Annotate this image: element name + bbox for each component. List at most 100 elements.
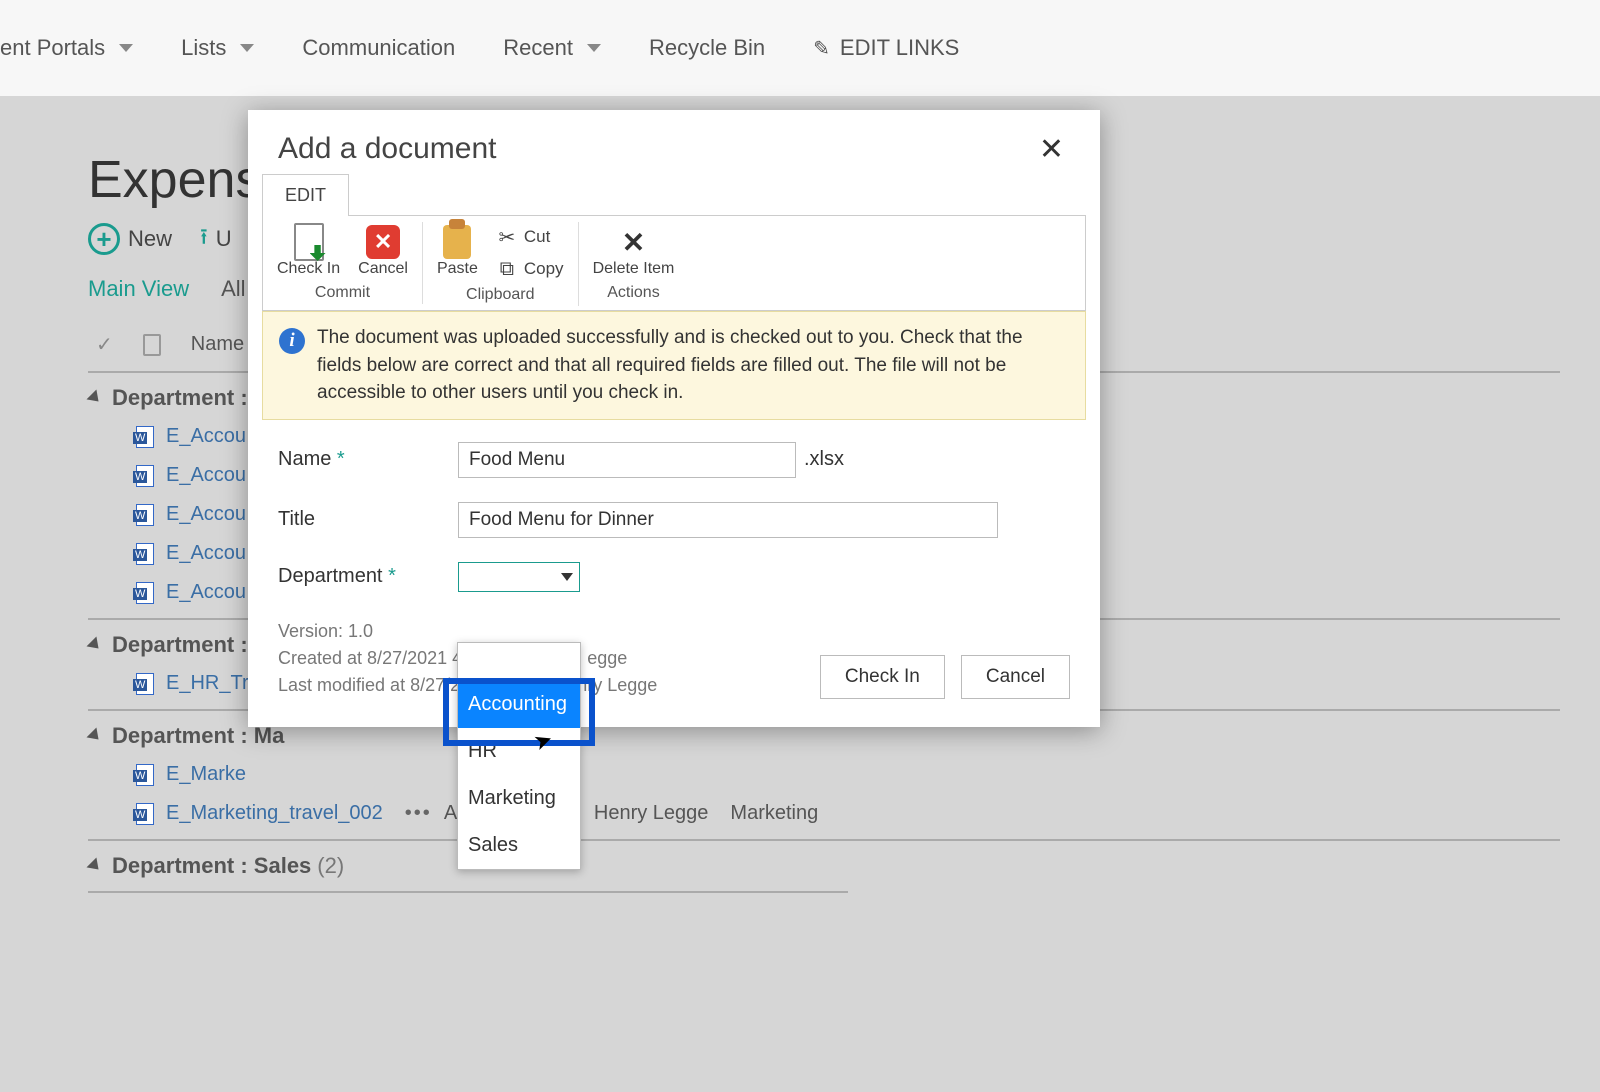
ribbon-group-actions: ✕ Delete Item Actions bbox=[579, 222, 689, 304]
item-name: E_Accou bbox=[166, 542, 246, 565]
option-marketing[interactable]: Marketing bbox=[458, 775, 580, 822]
department-select[interactable] bbox=[458, 562, 580, 592]
delete-label: Delete Item bbox=[593, 260, 675, 278]
more-icon[interactable]: ••• bbox=[405, 802, 432, 825]
check-icon[interactable]: ✓ bbox=[96, 332, 113, 357]
title-label: Title bbox=[278, 508, 315, 530]
group-sales-label: Department : Sales bbox=[112, 853, 311, 879]
collapse-icon bbox=[87, 728, 104, 745]
name-input[interactable] bbox=[458, 442, 796, 478]
option-accounting[interactable]: Accounting bbox=[458, 681, 580, 728]
version-text: Version: 1.0 bbox=[278, 618, 657, 645]
nav-lists[interactable]: Lists bbox=[181, 35, 254, 61]
name-label: Name bbox=[278, 448, 331, 470]
nav-recent-label: Recent bbox=[503, 35, 573, 61]
ribbon-group-commit: Check In ✕ Cancel Commit bbox=[263, 222, 423, 304]
form: Name * .xlsx Title Department * Accounti… bbox=[248, 420, 1100, 727]
cut-icon: ✂ bbox=[496, 226, 518, 248]
word-icon bbox=[136, 465, 154, 487]
new-label: New bbox=[128, 226, 172, 252]
group-clipboard-label: Clipboard bbox=[466, 286, 534, 304]
nav-communication[interactable]: Communication bbox=[302, 35, 455, 61]
list-item[interactable]: E_Marke bbox=[88, 755, 1560, 794]
close-button[interactable]: ✕ bbox=[1033, 132, 1070, 167]
upload-icon: ⭱ bbox=[200, 220, 208, 258]
cancel-button[interactable]: ✕ Cancel bbox=[354, 222, 412, 280]
cut-label: Cut bbox=[524, 227, 550, 247]
title-input[interactable] bbox=[458, 502, 998, 538]
checkin-button[interactable]: Check In bbox=[273, 222, 344, 280]
info-message: i The document was uploaded successfully… bbox=[262, 311, 1086, 420]
tab-edit[interactable]: EDIT bbox=[262, 174, 349, 216]
copy-button[interactable]: ⧉ Copy bbox=[492, 256, 568, 282]
required-mark: * bbox=[388, 565, 396, 587]
pencil-icon: ✎ bbox=[813, 36, 830, 61]
nav-lists-label: Lists bbox=[181, 35, 226, 61]
paste-icon bbox=[443, 225, 471, 259]
nav-edit-links[interactable]: ✎ EDIT LINKS bbox=[813, 35, 959, 61]
form-checkin-button[interactable]: Check In bbox=[820, 655, 945, 699]
nav-portals[interactable]: ent Portals bbox=[0, 35, 133, 61]
chevron-down-icon bbox=[119, 44, 133, 52]
required-mark: * bbox=[337, 448, 345, 470]
plus-icon: + bbox=[88, 223, 120, 255]
chevron-down-icon bbox=[240, 44, 254, 52]
item-name: E_Marketing_travel_002 bbox=[166, 802, 383, 825]
word-icon bbox=[136, 426, 154, 448]
upload-button[interactable]: ⭱ U bbox=[200, 220, 232, 258]
word-icon bbox=[136, 803, 154, 825]
info-text: The document was uploaded successfully a… bbox=[317, 324, 1069, 407]
collapse-icon bbox=[87, 858, 104, 875]
collapse-icon bbox=[87, 390, 104, 407]
item-dept: Marketing bbox=[730, 802, 818, 825]
dialog-title: Add a document bbox=[278, 132, 496, 166]
info-icon: i bbox=[279, 328, 305, 354]
group-sales: Department : Sales (2) bbox=[88, 839, 1560, 899]
nav-recent[interactable]: Recent bbox=[503, 35, 601, 61]
cancel-icon: ✕ bbox=[366, 225, 400, 259]
option-hr[interactable]: HR bbox=[458, 728, 580, 775]
nav-recycle-bin-label: Recycle Bin bbox=[649, 35, 765, 61]
view-main[interactable]: Main View bbox=[88, 276, 189, 302]
group-marketing-label: Department : Ma bbox=[112, 723, 284, 749]
word-icon bbox=[136, 582, 154, 604]
department-label: Department bbox=[278, 565, 383, 587]
upload-label: U bbox=[216, 226, 232, 252]
form-cancel-button[interactable]: Cancel bbox=[961, 655, 1070, 699]
new-button[interactable]: + New bbox=[88, 223, 172, 255]
group-marketing: Department : Ma E_Marke E_Marketing_trav… bbox=[88, 709, 1560, 839]
option-sales[interactable]: Sales bbox=[458, 822, 580, 869]
col-name[interactable]: Name bbox=[191, 333, 244, 356]
nav-recycle-bin[interactable]: Recycle Bin bbox=[649, 35, 765, 61]
word-icon bbox=[136, 543, 154, 565]
item-name: E_Accou bbox=[166, 503, 246, 526]
created-by-tail: egge bbox=[587, 648, 627, 668]
collapse-icon bbox=[87, 637, 104, 654]
item-name: E_Accou bbox=[166, 425, 246, 448]
item-name: E_Accou bbox=[166, 464, 246, 487]
checkin-icon bbox=[294, 223, 324, 261]
item-name: E_Marke bbox=[166, 763, 246, 786]
group-sales-header[interactable]: Department : Sales (2) bbox=[88, 853, 1560, 885]
copy-icon: ⧉ bbox=[496, 258, 518, 280]
chevron-down-icon bbox=[587, 44, 601, 52]
word-icon bbox=[136, 504, 154, 526]
nav-communication-label: Communication bbox=[302, 35, 455, 61]
delete-icon: ✕ bbox=[615, 224, 651, 260]
name-extension: .xlsx bbox=[804, 448, 844, 471]
document-icon bbox=[143, 334, 161, 356]
cut-button[interactable]: ✂ Cut bbox=[492, 224, 568, 250]
group-actions-label: Actions bbox=[607, 284, 659, 302]
delete-item-button[interactable]: ✕ Delete Item bbox=[589, 222, 679, 280]
group-marketing-header[interactable]: Department : Ma bbox=[88, 723, 1560, 755]
cancel-label: Cancel bbox=[358, 260, 408, 278]
modified-text: Last modified at 8/27/20 bbox=[278, 675, 470, 695]
paste-button[interactable]: Paste bbox=[433, 222, 482, 280]
word-icon bbox=[136, 673, 154, 695]
option-blank[interactable] bbox=[458, 643, 580, 681]
list-item[interactable]: E_Marketing_travel_002 ••• August 13 Hen… bbox=[88, 794, 1560, 833]
ribbon: Check In ✕ Cancel Commit Paste ✂ Cut bbox=[262, 215, 1086, 311]
ribbon-group-clipboard: Paste ✂ Cut ⧉ Copy Clipboard bbox=[423, 222, 579, 306]
top-nav: ent Portals Lists Communication Recent R… bbox=[0, 0, 1600, 96]
chevron-down-icon bbox=[561, 573, 573, 581]
